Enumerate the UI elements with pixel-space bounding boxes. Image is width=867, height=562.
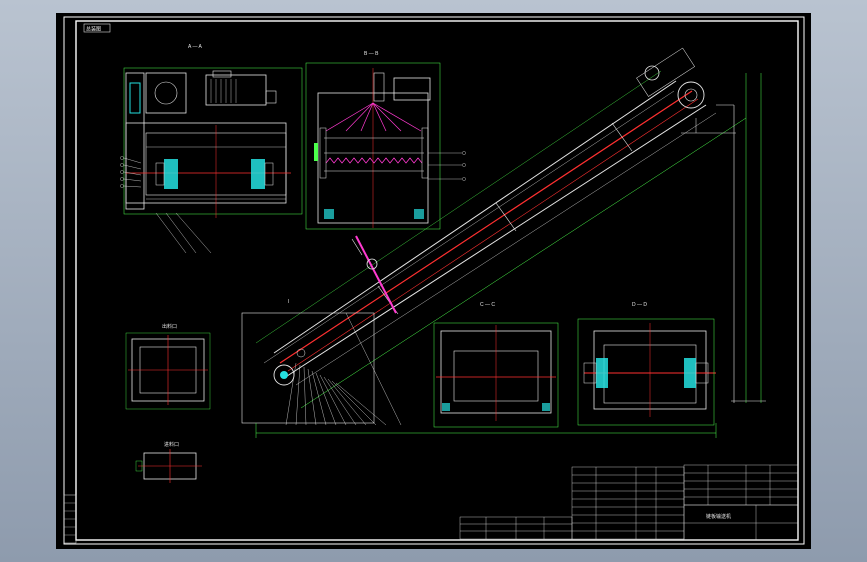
view-b-label: B — B [364,51,379,57]
title-tag: 总装图 [86,26,101,33]
inlet-label: 进料口 [164,441,179,448]
drawing-name: 链板输送机 [706,513,731,520]
parts-list [459,464,799,541]
view-c-c: C — C [433,302,559,428]
view-d-label: D — D [632,302,647,308]
view-a-label: A — A [188,44,203,50]
view-d-d: D — D [577,302,716,426]
outlet-detail: 出料口 [125,323,211,410]
inlet-detail: 进料口 [135,441,202,483]
outlet-label: 出料口 [162,323,177,330]
view-c-label: C — C [480,302,495,308]
detail-i-label: I [288,299,289,305]
inner-frame [75,20,799,541]
cad-canvas[interactable]: 总装图 A — A B — B I C — C D — D 出料口 进料口 链板… [56,13,811,549]
view-a-a: A — A [120,44,303,254]
assembly-drawing: 总装图 A — A B — B I C — C D — D 出料口 进料口 链板… [63,16,805,545]
view-b-b: B — B [305,51,466,230]
